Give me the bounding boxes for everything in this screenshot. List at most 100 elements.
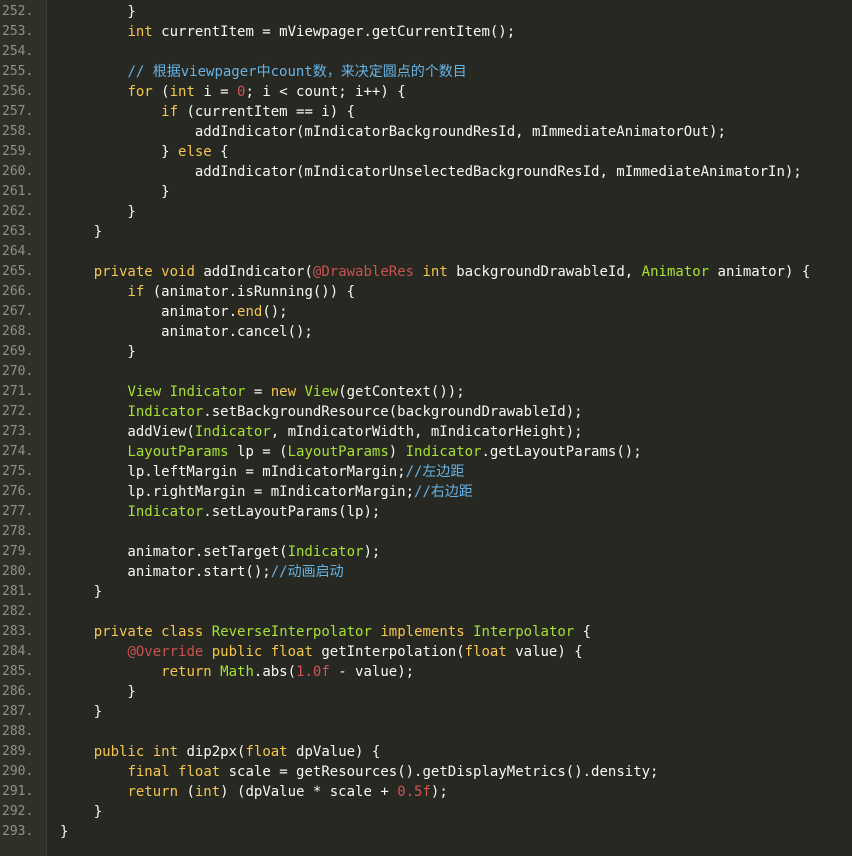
- code-text: scale = getResources().getDisplayMetrics…: [220, 764, 659, 780]
- code-line[interactable]: for (int i = 0; i < count; i++) {: [60, 82, 852, 102]
- keyword-token: public: [211, 644, 263, 660]
- code-line[interactable]: @Override public float getInterpolation(…: [60, 642, 852, 662]
- line-number: 272.: [2, 404, 34, 419]
- code-line[interactable]: LayoutParams lp = (LayoutParams) Indicat…: [60, 442, 852, 462]
- code-text: .setLayoutParams(lp);: [203, 504, 381, 520]
- code-line[interactable]: animator.cancel();: [60, 322, 852, 342]
- code-text: }: [60, 684, 136, 700]
- code-line[interactable]: }: [60, 222, 852, 242]
- comment-token: //右边距: [414, 484, 473, 500]
- code-text: dpValue) {: [287, 744, 381, 760]
- comment-token: //动画启动: [270, 564, 344, 580]
- keyword-token: return: [127, 784, 179, 800]
- code-line[interactable]: addIndicator(mIndicatorUnselectedBackgro…: [60, 162, 852, 182]
- code-line[interactable]: }: [60, 2, 852, 22]
- line-number: 274.: [2, 444, 34, 459]
- code-line[interactable]: public int dip2px(float dpValue) {: [60, 742, 852, 762]
- code-line[interactable]: }: [60, 342, 852, 362]
- code-line[interactable]: animator.start();//动画启动: [60, 562, 852, 582]
- code-text: addIndicator(mIndicatorUnselectedBackgro…: [60, 164, 802, 180]
- code-text: .abs(: [253, 664, 297, 680]
- code-line[interactable]: animator.setTarget(Indicator);: [60, 542, 852, 562]
- code-line[interactable]: lp.leftMargin = mIndicatorMargin;//左边距: [60, 462, 852, 482]
- code-editor[interactable]: 252. 253. 254. 255. 256. 257. 258. 259. 260. 261.…: [0, 0, 852, 856]
- code-line[interactable]: [60, 362, 852, 382]
- code-line[interactable]: }: [60, 202, 852, 222]
- code-line[interactable]: }: [60, 702, 852, 722]
- keyword-token: int: [422, 264, 448, 280]
- type-token: ReverseInterpolator: [211, 624, 372, 640]
- keyword-token: private: [93, 264, 153, 280]
- code-line[interactable]: addView(Indicator, mIndicatorWidth, mInd…: [60, 422, 852, 442]
- code-line[interactable]: Indicator.setLayoutParams(lp);: [60, 502, 852, 522]
- type-token: Math: [220, 664, 254, 680]
- line-number: 258.: [2, 124, 34, 139]
- line-number: 271.: [2, 384, 34, 399]
- code-line[interactable]: addIndicator(mIndicatorBackgroundResId, …: [60, 122, 852, 142]
- code-line[interactable]: }: [60, 802, 852, 822]
- code-text: addView(: [60, 424, 195, 440]
- code-text: }: [60, 824, 69, 840]
- code-line[interactable]: final float scale = getResources().getDi…: [60, 762, 852, 782]
- code-line[interactable]: } else {: [60, 142, 852, 162]
- code-line[interactable]: }: [60, 582, 852, 602]
- code-line[interactable]: int currentItem = mViewpager.getCurrentI…: [60, 22, 852, 42]
- line-number: 266.: [2, 284, 34, 299]
- line-number: 289.: [2, 744, 34, 759]
- code-line[interactable]: Indicator.setBackgroundResource(backgrou…: [60, 402, 852, 422]
- code-text: .setBackgroundResource(backgroundDrawabl…: [203, 404, 583, 420]
- keyword-token: float: [245, 744, 288, 760]
- code-line[interactable]: View Indicator = new View(getContext());: [60, 382, 852, 402]
- type-token: LayoutParams: [287, 444, 389, 460]
- code-line[interactable]: return (int) (dpValue * scale + 0.5f);: [60, 782, 852, 802]
- code-text: value) {: [506, 644, 583, 660]
- line-number: 267.: [2, 304, 34, 319]
- type-token: Indicator: [127, 504, 204, 520]
- code-line[interactable]: }: [60, 682, 852, 702]
- comment-token: // 根据viewpager中count数，来决定圆点的个数目: [127, 64, 467, 80]
- code-text: ): [388, 444, 406, 460]
- line-number: 286.: [2, 684, 34, 699]
- code-text: i =: [194, 84, 238, 100]
- code-line[interactable]: if (currentItem == i) {: [60, 102, 852, 122]
- code-text: lp.leftMargin = mIndicatorMargin;: [60, 464, 406, 480]
- code-line[interactable]: private void addIndicator(@DrawableRes i…: [60, 262, 852, 282]
- code-line[interactable]: [60, 42, 852, 62]
- line-number: 265.: [2, 264, 34, 279]
- code-text: animator.cancel();: [60, 324, 313, 340]
- code-text: }: [60, 4, 136, 20]
- code-line[interactable]: lp.rightMargin = mIndicatorMargin;//右边距: [60, 482, 852, 502]
- line-number: 260.: [2, 164, 34, 179]
- code-line[interactable]: animator.end();: [60, 302, 852, 322]
- code-line[interactable]: if (animator.isRunning()) {: [60, 282, 852, 302]
- code-line[interactable]: [60, 722, 852, 742]
- code-line[interactable]: [60, 602, 852, 622]
- code-line[interactable]: return Math.abs(1.0f - value);: [60, 662, 852, 682]
- code-text: lp = (: [228, 444, 288, 460]
- type-token: View: [127, 384, 162, 400]
- line-number: 292.: [2, 804, 34, 819]
- code-line[interactable]: }: [60, 822, 852, 842]
- type-token: Animator: [641, 264, 710, 280]
- code-text: (: [152, 84, 170, 100]
- code-area[interactable]: } int currentItem = mViewpager.getCurren…: [47, 0, 852, 856]
- code-line[interactable]: [60, 242, 852, 262]
- code-line[interactable]: private class ReverseInterpolator implem…: [60, 622, 852, 642]
- code-line[interactable]: [60, 522, 852, 542]
- code-text: (: [178, 784, 195, 800]
- line-number-gutter: 252. 253. 254. 255. 256. 257. 258. 259. 260. 261.…: [0, 0, 47, 856]
- code-line[interactable]: // 根据viewpager中count数，来决定圆点的个数目: [60, 62, 852, 82]
- code-line[interactable]: }: [60, 182, 852, 202]
- line-number: 279.: [2, 544, 34, 559]
- line-number: 291.: [2, 784, 34, 799]
